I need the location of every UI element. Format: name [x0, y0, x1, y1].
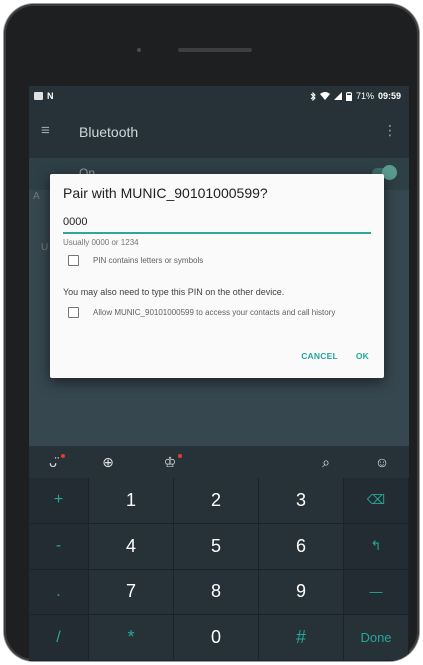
key-5[interactable]: 5 — [174, 523, 259, 570]
toolbar-glyph: ☺ — [374, 454, 390, 470]
dash-key[interactable]: — — [344, 569, 409, 616]
enter-key[interactable]: ↰ — [344, 523, 409, 570]
plus-key[interactable]: + — [29, 478, 89, 524]
key-4[interactable]: 4 — [89, 523, 174, 570]
signal-icon — [333, 92, 342, 100]
toolbar-glyph: ⌕ — [322, 453, 330, 470]
pin-input[interactable] — [63, 212, 371, 234]
key-6[interactable]: 6 — [259, 523, 344, 570]
pin-letters-option[interactable]: PIN contains letters or symbols — [68, 255, 203, 266]
key-3[interactable]: 3 — [259, 478, 344, 524]
background-text-fragment: A — [33, 191, 40, 202]
toolbar-glyph: ⊕ — [102, 453, 114, 470]
contacts-access-label: Allow MUNIC_90101000599 to access your c… — [93, 308, 336, 317]
contacts-access-checkbox[interactable] — [68, 307, 79, 318]
sticker-icon[interactable]: ᴗ̈ — [29, 446, 77, 478]
pairing-dialog: Pair with MUNIC_90101000599? Usually 000… — [50, 174, 384, 378]
slash-key[interactable]: / — [29, 615, 89, 661]
wifi-icon — [319, 92, 330, 100]
globe-icon[interactable]: ⊕ — [77, 446, 139, 478]
numeric-keypad: +1 2 3 ⌫ -4 5 6 ↰. 7 8 9— / * 0 # Done — [29, 478, 409, 661]
pin-letters-label: PIN contains letters or symbols — [93, 256, 204, 265]
minus-key[interactable]: - — [29, 523, 89, 570]
image-notification-icon — [34, 92, 43, 100]
overflow-menu-icon[interactable]: ⋮ — [383, 122, 397, 139]
asterisk-key[interactable]: * — [89, 615, 174, 661]
toolbar-glyph: ᴗ̈ — [49, 454, 57, 470]
toolbar-glyph: ♔ — [163, 453, 177, 470]
notification-dot — [178, 454, 182, 458]
keyboard-toolbar: ᴗ̈ ⊕ ♔ ⌕ ☺ — [29, 446, 409, 478]
key-2[interactable]: 2 — [174, 478, 259, 524]
emoji-icon[interactable]: ☺ — [355, 446, 409, 478]
ok-button[interactable]: OK — [356, 351, 369, 361]
app-toolbar: ≡ Bluetooth ⋮ — [29, 108, 409, 158]
bluetooth-icon — [310, 91, 316, 101]
key-0[interactable]: 0 — [174, 615, 259, 661]
menu-icon[interactable]: ≡ — [41, 122, 50, 139]
notification-dot — [61, 454, 65, 458]
done-key[interactable]: Done — [344, 615, 409, 661]
status-right-icons: 71% 09:59 — [310, 91, 401, 101]
dialog-title: Pair with MUNIC_90101000599? — [63, 185, 268, 201]
key-9[interactable]: 9 — [259, 569, 344, 616]
status-bar: N 71% 09:59 — [29, 86, 409, 108]
battery-icon — [345, 91, 352, 101]
status-time: 09:59 — [377, 91, 401, 101]
screen: N 71% 09:59 ≡ Bluetooth ⋮ On A U Pair wi… — [29, 86, 409, 661]
battery-percent: 71% — [355, 91, 374, 101]
dialog-actions: CANCEL OK — [301, 351, 369, 361]
backspace-key[interactable]: ⌫ — [344, 478, 409, 524]
page-title: Bluetooth — [79, 124, 139, 140]
contacts-access-option[interactable]: Allow MUNIC_90101000599 to access your c… — [68, 307, 335, 318]
status-left-icons: N — [34, 91, 54, 101]
key-1[interactable]: 1 — [89, 478, 174, 524]
n-notification-icon: N — [47, 91, 54, 101]
hash-key[interactable]: # — [259, 615, 344, 661]
period-key[interactable]: . — [29, 569, 89, 616]
cancel-button[interactable]: CANCEL — [301, 351, 338, 361]
key-7[interactable]: 7 — [89, 569, 174, 616]
theme-shirt-icon[interactable]: ♔ — [139, 446, 201, 478]
tablet-device-frame: N 71% 09:59 ≡ Bluetooth ⋮ On A U Pair wi… — [4, 4, 419, 661]
earpiece-speaker — [178, 48, 252, 52]
pin-hint: Usually 0000 or 1234 — [63, 238, 139, 247]
search-icon[interactable]: ⌕ — [297, 446, 355, 478]
pin-letters-checkbox[interactable] — [68, 255, 79, 266]
front-camera — [137, 48, 141, 52]
background-text-fragment: U — [41, 242, 49, 253]
dialog-info-text: You may also need to type this PIN on th… — [63, 287, 285, 297]
key-8[interactable]: 8 — [174, 569, 259, 616]
switch-knob — [382, 165, 397, 180]
